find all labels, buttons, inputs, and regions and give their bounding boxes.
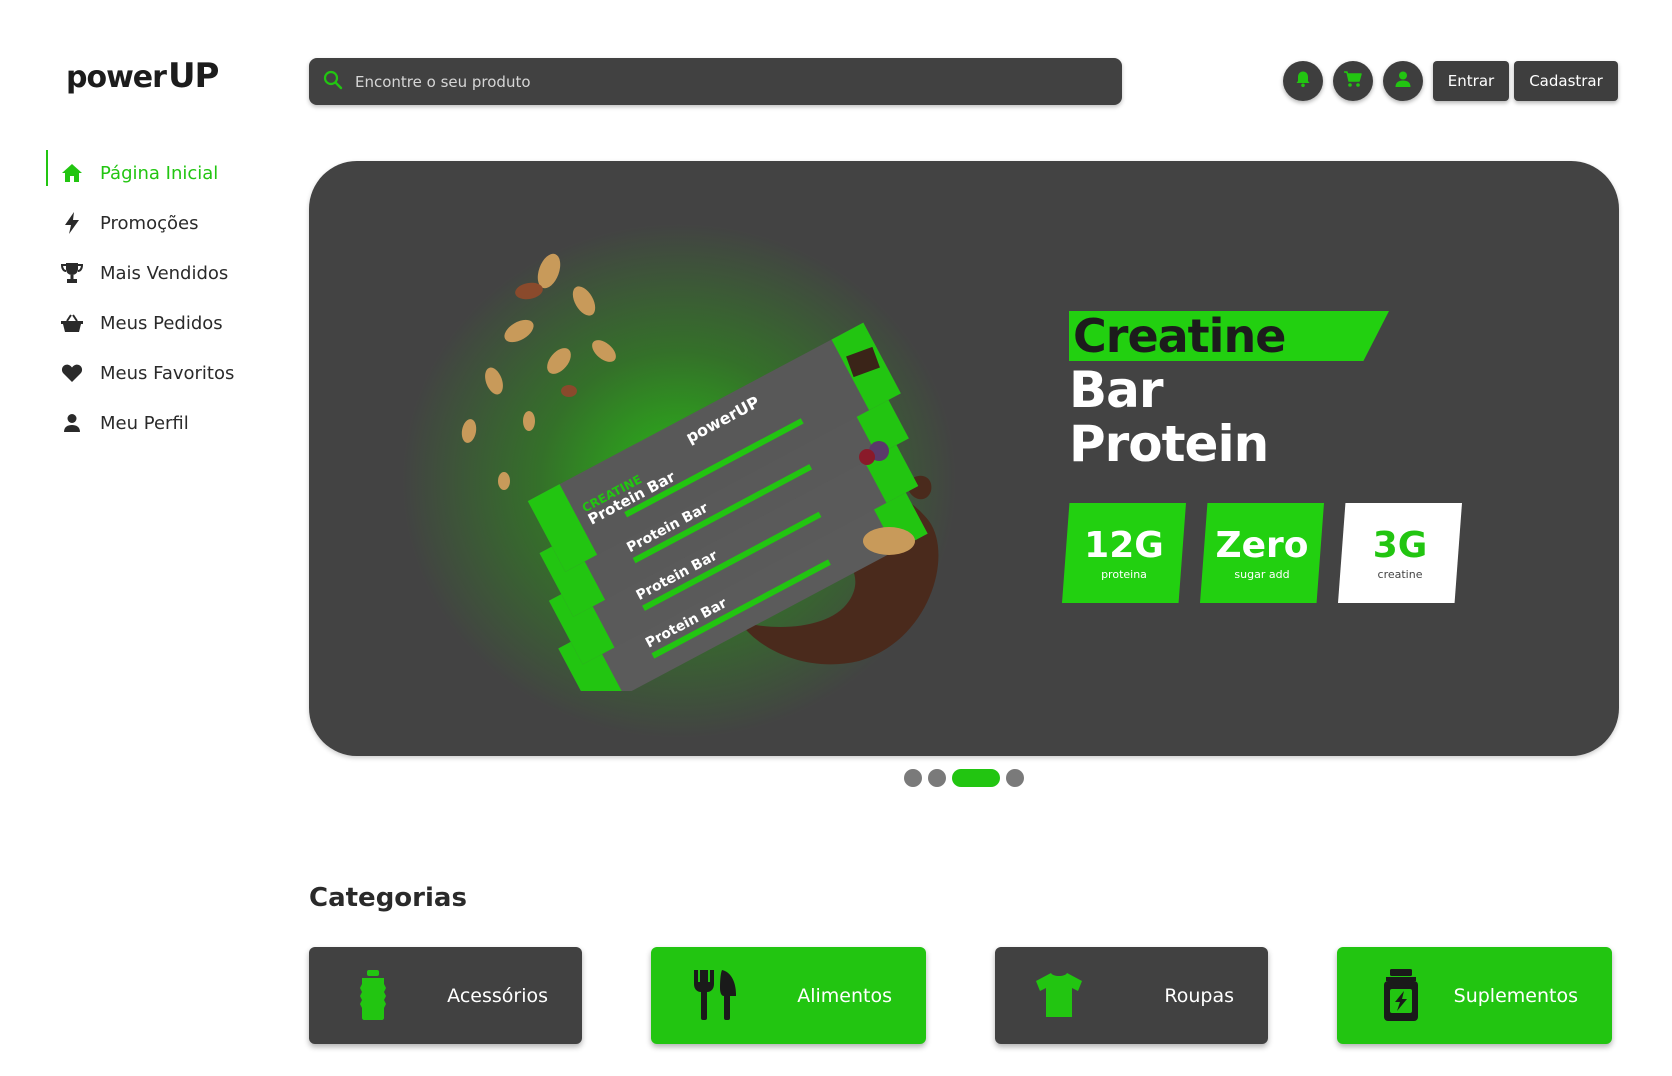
badge-creatine: 3G creatine [1338, 503, 1462, 603]
sidebar-item-label: Promoções [100, 212, 199, 234]
hero-banner[interactable]: Protein Bar Protein Bar Protein Bar powe… [309, 161, 1619, 756]
badge-value: 12G [1084, 524, 1164, 566]
search-bar[interactable] [309, 58, 1122, 105]
profile-button[interactable] [1383, 61, 1423, 101]
carousel-dot[interactable] [904, 769, 922, 787]
category-label: Acessórios [447, 984, 548, 1007]
sidebar-item-label: Mais Vendidos [100, 262, 229, 284]
category-label: Alimentos [797, 984, 892, 1007]
sidebar-item-meus-pedidos[interactable]: Meus Pedidos [46, 298, 286, 348]
carousel-dot-active[interactable] [952, 769, 1000, 787]
sidebar-item-meu-perfil[interactable]: Meu Perfil [46, 398, 286, 448]
badge-caption: proteina [1101, 567, 1147, 581]
heart-icon [60, 361, 84, 385]
logo-text-up: UP [167, 56, 220, 96]
signup-button[interactable]: Cadastrar [1514, 61, 1618, 101]
bottle-icon [347, 969, 399, 1021]
category-acessorios[interactable]: Acessórios [309, 947, 582, 1044]
headline-line-3: Protein [1069, 415, 1269, 473]
badge-protein: 12G proteina [1062, 503, 1186, 603]
login-button[interactable]: Entrar [1433, 61, 1509, 101]
sidebar-item-mais-vendidos[interactable]: Mais Vendidos [46, 248, 286, 298]
nutrition-badges: 12G proteina Zero sugar add 3G creatine [1062, 503, 1462, 603]
category-suplementos[interactable]: Suplementos [1337, 947, 1612, 1044]
sidebar-item-label: Página Inicial [100, 162, 219, 184]
shirt-icon [1033, 969, 1085, 1021]
cart-button[interactable] [1333, 61, 1373, 101]
brand-logo[interactable]: power UP [66, 56, 220, 96]
page: power UP Entrar Cadastrar Página Inicial [0, 0, 1672, 1076]
home-icon [60, 161, 84, 185]
bell-icon [1294, 70, 1312, 92]
notifications-button[interactable] [1283, 61, 1323, 101]
carousel-dot[interactable] [928, 769, 946, 787]
headline-line-2: Bar [1069, 361, 1164, 419]
sidebar-item-home[interactable]: Página Inicial [46, 148, 286, 198]
search-icon [323, 70, 343, 94]
badge-value: 3G [1372, 524, 1428, 566]
trophy-icon [60, 261, 84, 285]
carousel-dot[interactable] [1006, 769, 1024, 787]
sidebar-item-label: Meu Perfil [100, 412, 189, 434]
section-title-categorias: Categorias [309, 883, 467, 913]
cart-icon [1343, 70, 1363, 92]
sidebar-item-promocoes[interactable]: Promoções [46, 198, 286, 248]
category-roupas[interactable]: Roupas [995, 947, 1268, 1044]
supplement-jar-icon [1375, 969, 1427, 1021]
badge-caption: creatine [1377, 567, 1423, 581]
sidebar-nav: Página Inicial Promoções Mais Vendidos M… [46, 148, 286, 448]
search-input[interactable] [355, 72, 1055, 91]
badge-value: Zero [1215, 524, 1309, 566]
user-icon [1394, 70, 1412, 92]
lightning-icon [60, 211, 84, 235]
basket-icon [60, 311, 84, 335]
category-label: Suplementos [1453, 984, 1578, 1007]
category-label: Roupas [1164, 984, 1234, 1007]
protein-bar-product-image: Protein Bar Protein Bar Protein Bar powe… [461, 253, 939, 691]
user-icon [60, 411, 84, 435]
headline-line-1: Creatine [1073, 309, 1286, 363]
sidebar-item-label: Meus Pedidos [100, 312, 223, 334]
headline-creatine: Creatine [1069, 309, 1389, 363]
cutlery-icon [689, 969, 741, 1021]
carousel-indicators [904, 769, 1024, 787]
logo-text-power: power [66, 60, 167, 95]
badge-caption: sugar add [1234, 567, 1290, 581]
sidebar-item-label: Meus Favoritos [100, 362, 235, 384]
badge-sugar: Zero sugar add [1200, 503, 1324, 603]
sidebar-item-meus-favoritos[interactable]: Meus Favoritos [46, 348, 286, 398]
category-alimentos[interactable]: Alimentos [651, 947, 926, 1044]
banner-headline: Creatine Bar Protein [1069, 309, 1389, 473]
